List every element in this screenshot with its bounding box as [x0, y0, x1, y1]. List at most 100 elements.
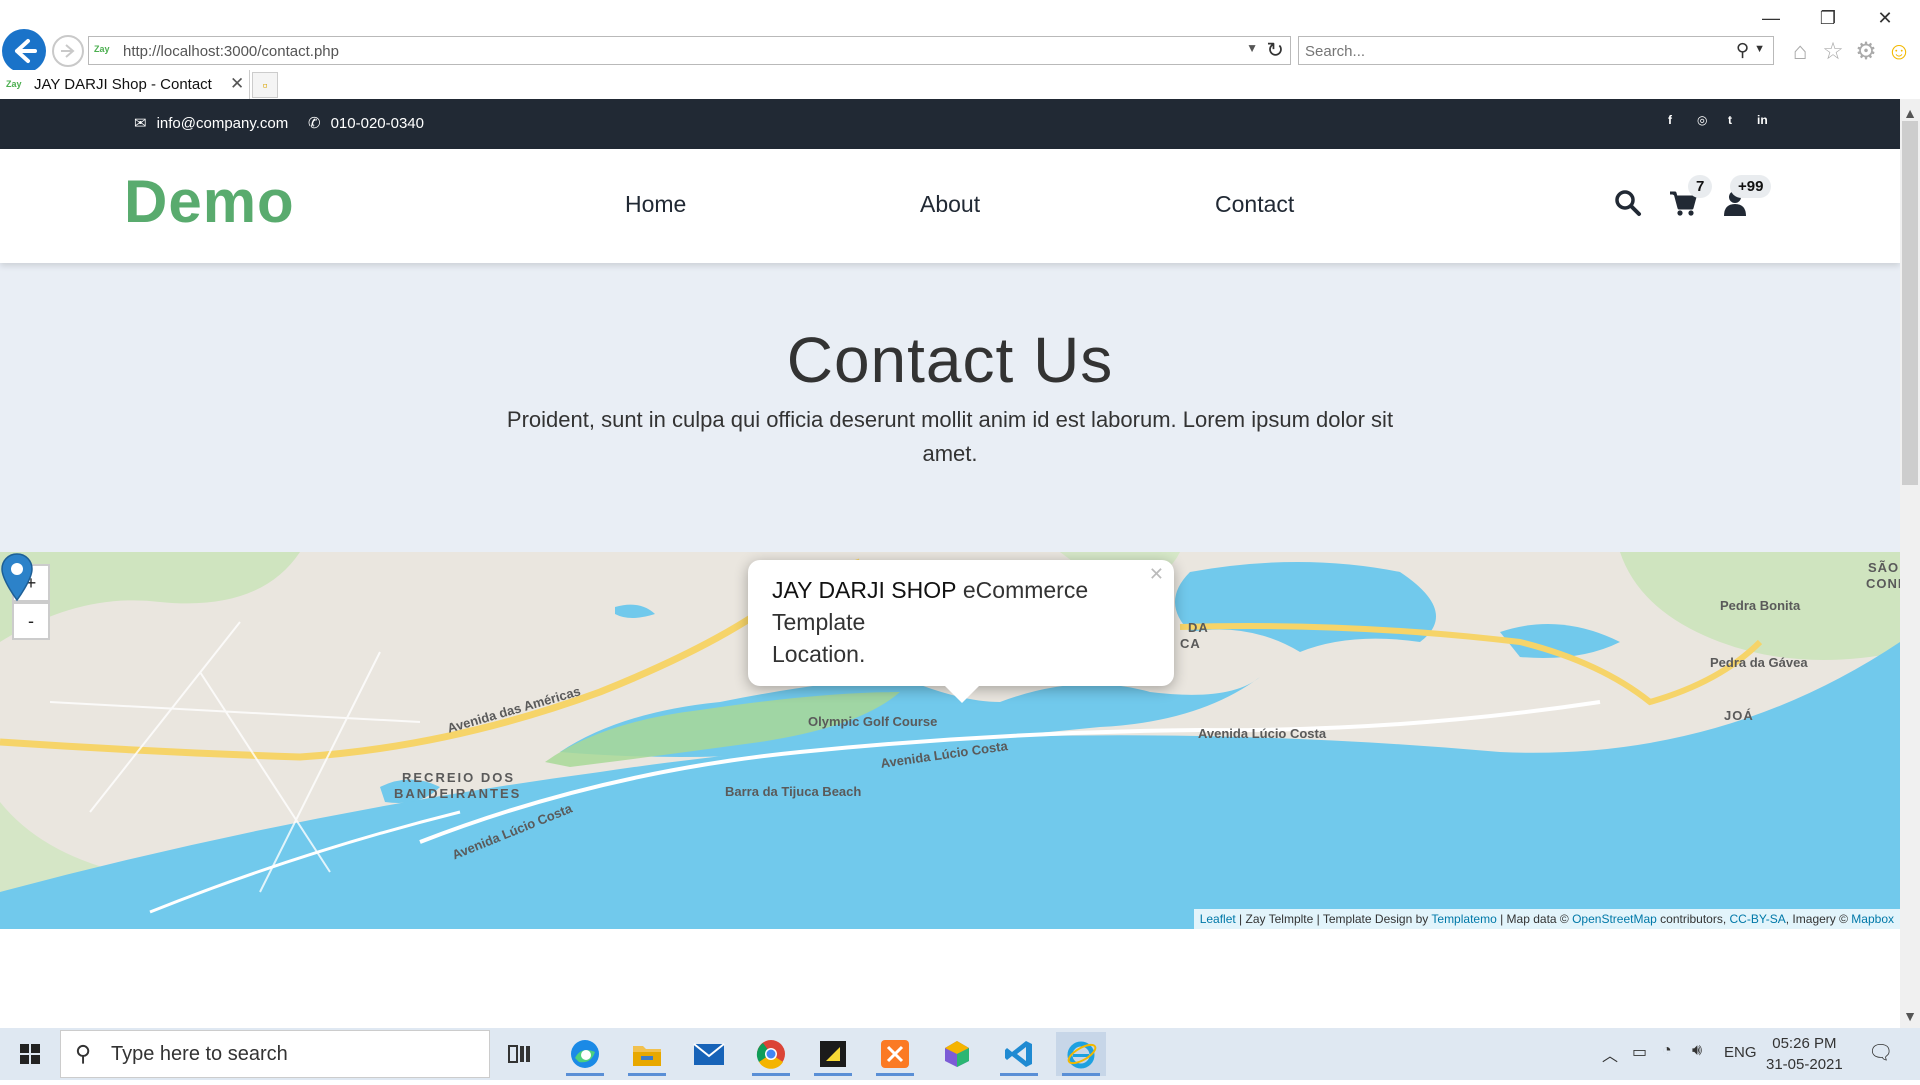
zoom-out-button[interactable]: - — [12, 602, 50, 640]
nav-contact[interactable]: Contact — [1215, 191, 1294, 218]
contact-hero: Contact Us Proident, sunt in culpa qui o… — [0, 263, 1900, 552]
file-explorer-icon[interactable] — [622, 1032, 672, 1076]
close-tab-icon[interactable]: ✕ — [230, 74, 244, 94]
favorites-star-icon[interactable]: ☆ — [1819, 38, 1847, 66]
notifications-icon[interactable]: 🗨︎ — [1868, 1040, 1893, 1065]
instagram-icon[interactable]: ◎ — [1697, 113, 1707, 127]
brand-logo[interactable]: Demo — [124, 167, 295, 236]
phone-contact[interactable]: ✆ 010-020-0340 — [308, 114, 424, 133]
osm-link[interactable]: OpenStreetMap — [1572, 912, 1657, 926]
user-count-badge: +99 — [1730, 175, 1772, 198]
volume-icon[interactable]: 🔊︎ — [1692, 1042, 1702, 1060]
app-cube-icon[interactable] — [932, 1032, 982, 1076]
templatemo-link[interactable]: Templatemo — [1431, 912, 1496, 926]
refresh-icon[interactable]: ↻ — [1266, 38, 1284, 63]
attribution-text: | Map data © — [1496, 912, 1573, 926]
web-page: ✉ info@company.com ✆ 010-020-0340 f ◎ t … — [0, 99, 1900, 1028]
info-topbar: ✉ info@company.com ✆ 010-020-0340 f ◎ t … — [0, 99, 1900, 149]
show-hidden-icons-chevron-up-icon[interactable]: ︿ — [1602, 1042, 1618, 1066]
search-icon: ⚲ — [75, 1041, 92, 1066]
restore-button[interactable]: ❐ — [1805, 6, 1851, 30]
map-attribution: Leaflet | Zay Telmplte | Template Design… — [1193, 909, 1900, 929]
browser-chrome: — ❐ ✕ Zay http://localhost:3000/contact.… — [0, 0, 1920, 99]
smiley-feedback-icon[interactable]: ☺ — [1885, 38, 1913, 66]
linkedin-icon[interactable]: in — [1757, 113, 1768, 127]
search-icon[interactable]: ⚲ — [1736, 40, 1749, 61]
email-contact[interactable]: ✉ info@company.com — [134, 114, 289, 133]
leaflet-link[interactable]: Leaflet — [1200, 912, 1236, 926]
edge-browser-icon[interactable] — [560, 1032, 610, 1076]
xampp-icon[interactable] — [870, 1032, 920, 1076]
taskbar-search-placeholder[interactable]: Type here to search — [111, 1043, 288, 1066]
map-label: CA — [1180, 636, 1201, 651]
system-clock[interactable]: 05:26 PM 31-05-2021 — [1766, 1033, 1843, 1075]
page-title: Contact Us — [786, 324, 1114, 396]
start-button[interactable] — [0, 1028, 60, 1080]
nav-home[interactable]: Home — [625, 191, 686, 218]
scroll-thumb[interactable] — [1902, 121, 1918, 485]
back-button[interactable] — [2, 29, 46, 73]
hero-description: Proident, sunt in culpa qui officia dese… — [506, 407, 1394, 466]
email-text[interactable]: info@company.com — [157, 115, 289, 132]
scroll-up-icon[interactable]: ▲ — [1900, 105, 1920, 121]
chevron-down-icon[interactable]: ▼ — [1754, 43, 1765, 55]
browser-search-input[interactable] — [1305, 41, 1705, 61]
new-tab-button[interactable]: ▫ — [252, 72, 278, 98]
twitter-icon[interactable]: t — [1728, 113, 1732, 127]
map-label: BANDEIRANTES — [394, 786, 522, 801]
search-icon[interactable] — [1614, 189, 1642, 224]
task-view-icon[interactable] — [495, 1032, 545, 1076]
mail-icon[interactable] — [684, 1032, 734, 1076]
attribution-text: contributors, — [1656, 912, 1730, 926]
sticky-notes-icon[interactable] — [808, 1032, 858, 1076]
close-icon[interactable]: ✕ — [1149, 564, 1164, 585]
map-label: SÃO — [1868, 560, 1900, 575]
language-indicator[interactable]: ENG — [1724, 1044, 1757, 1061]
gear-icon[interactable]: ⚙ — [1852, 38, 1880, 66]
close-window-button[interactable]: ✕ — [1862, 6, 1908, 30]
main-navbar: Demo Home About Contact 7 +99 — [0, 149, 1900, 263]
windows-taskbar: ⚲ Type here to search ︿ ▭ ◔ 🔊︎ ENG 05:26… — [0, 1028, 1920, 1080]
address-bar[interactable]: Zay http://localhost:3000/contact.php ▼ … — [88, 36, 1291, 65]
popup-line3: Location. — [772, 641, 866, 667]
internet-explorer-icon[interactable] — [1056, 1032, 1106, 1076]
nav-about[interactable]: About — [920, 191, 980, 218]
taskbar-search[interactable]: ⚲ Type here to search — [60, 1030, 490, 1078]
mapbox-link[interactable]: Mapbox — [1851, 912, 1894, 926]
chrome-icon[interactable] — [746, 1032, 796, 1076]
map-label: JOÁ — [1724, 708, 1754, 723]
windows-logo-icon — [20, 1044, 40, 1064]
popup-line1: eCommerce — [956, 577, 1089, 603]
url-text[interactable]: http://localhost:3000/contact.php — [123, 43, 339, 60]
facebook-icon[interactable]: f — [1668, 113, 1672, 127]
phone-text[interactable]: 010-020-0340 — [331, 115, 424, 132]
vscode-icon[interactable] — [994, 1032, 1044, 1076]
attribution-text: | Zay Telmplte | Template Design by — [1235, 912, 1432, 926]
phone-icon: ✆ — [308, 115, 321, 132]
forward-arrow-icon — [61, 44, 75, 58]
home-icon[interactable]: ⌂ — [1786, 38, 1814, 66]
location-map[interactable]: + - Avenida das Américas RECREIO DOS BAN… — [0, 552, 1900, 929]
tab-title: JAY DARJI Shop - Contact — [34, 76, 212, 93]
map-marker-icon[interactable] — [0, 552, 34, 602]
browser-search-box[interactable]: ⚲ ▼ — [1298, 36, 1774, 65]
site-favicon: Zay — [94, 44, 110, 54]
minimize-button[interactable]: — — [1748, 6, 1794, 30]
scroll-down-icon[interactable]: ▼ — [1900, 1008, 1920, 1024]
wifi-icon[interactable]: ◔ — [1662, 1042, 1672, 1060]
popup-tip — [944, 685, 980, 703]
page-scrollbar[interactable]: ▲ ▼ — [1900, 99, 1920, 1028]
clock-date: 31-05-2021 — [1766, 1056, 1843, 1073]
map-label: Pedra da Gávea — [1710, 655, 1808, 670]
map-label: RECREIO DOS — [402, 770, 516, 785]
forward-button[interactable] — [52, 35, 84, 67]
map-popup: ✕ JAY DARJI SHOP eCommerce Template Loca… — [748, 560, 1174, 686]
popup-line2: Template — [772, 609, 866, 635]
ccbysa-link[interactable]: CC-BY-SA — [1730, 912, 1786, 926]
back-arrow-icon — [15, 39, 37, 63]
battery-icon[interactable]: ▭ — [1632, 1042, 1647, 1062]
map-label: Olympic Golf Course — [808, 714, 938, 729]
chevron-down-icon[interactable]: ▼ — [1246, 41, 1258, 55]
map-label: DA — [1188, 620, 1209, 635]
browser-tab[interactable]: Zay JAY DARJI Shop - Contact ✕ — [0, 70, 250, 99]
